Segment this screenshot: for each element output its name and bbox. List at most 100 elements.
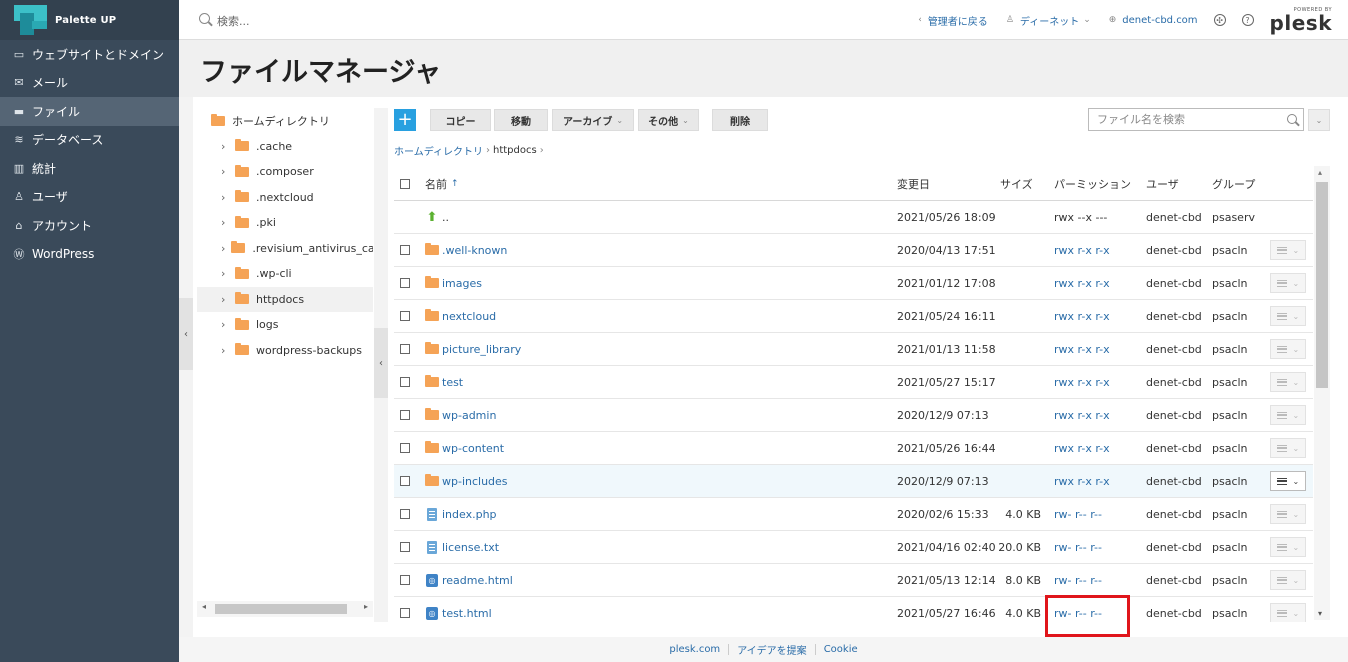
tree-item[interactable]: › httpdocs [197, 286, 373, 312]
row-checkbox[interactable] [400, 608, 410, 618]
row-actions-button[interactable]: ⌄ [1270, 471, 1306, 491]
row-actions-button[interactable]: ⌄ [1270, 537, 1306, 557]
add-button[interactable]: + [394, 109, 416, 131]
scrollbar-thumb[interactable] [215, 604, 347, 614]
row-actions-button[interactable]: ⌄ [1270, 240, 1306, 260]
header-size[interactable]: サイズ [1000, 167, 1033, 200]
tree-item[interactable]: › .composer [197, 159, 373, 185]
header-user[interactable]: ユーザ [1146, 167, 1179, 200]
chevron-right-icon[interactable]: › [221, 140, 229, 153]
file-name[interactable]: license.txt [442, 541, 499, 554]
scroll-down-icon[interactable]: ▾ [1318, 609, 1322, 618]
tree-item[interactable]: › wordpress-backups [197, 338, 373, 364]
row-actions-button[interactable]: ⌄ [1270, 504, 1306, 524]
scroll-up-icon[interactable]: ▴ [1318, 168, 1322, 177]
tree-root[interactable]: ホームディレクトリ [197, 108, 373, 134]
search-icon[interactable] [1287, 114, 1297, 124]
file-name[interactable]: test.html [442, 607, 492, 620]
permission-value[interactable]: rw- r-- r-- [1054, 541, 1102, 554]
chevron-right-icon[interactable]: › [221, 191, 229, 204]
table-row[interactable]: .well-known 2020/04/13 17:51 rwx r-x r-x de… [394, 234, 1313, 267]
file-name[interactable]: test [442, 376, 463, 389]
permission-value[interactable]: rwx r-x r-x [1054, 442, 1110, 455]
header-group[interactable]: グループ [1212, 167, 1255, 200]
row-actions-button[interactable]: ⌄ [1270, 339, 1306, 359]
row-checkbox[interactable] [400, 278, 410, 288]
tree-item[interactable]: › .revisium_antivirus_cache [197, 236, 373, 262]
footer-link-ideas[interactable]: アイデアを提案 [729, 642, 815, 657]
breadcrumb-home[interactable]: ホームディレクトリ [394, 143, 483, 158]
table-row[interactable]: wp-content 2021/05/26 16:44 rwx r-x r-x den… [394, 432, 1313, 465]
row-actions-button[interactable]: ⌄ [1270, 372, 1306, 392]
permission-value[interactable]: rwx r-x r-x [1054, 343, 1110, 356]
row-actions-button[interactable]: ⌄ [1270, 306, 1306, 326]
file-search-input[interactable] [1089, 109, 1279, 130]
table-row[interactable]: nextcloud 2021/05/24 16:11 rwx r-x r-x dene… [394, 300, 1313, 333]
tree-item[interactable]: › .cache [197, 134, 373, 160]
sidebar-item-5[interactable]: ♙ ユーザ [0, 183, 179, 212]
chevron-right-icon[interactable]: › [221, 318, 229, 331]
chevron-right-icon[interactable]: › [221, 165, 229, 178]
table-row[interactable]: ⬆.. 2021/05/26 18:09 rwx --x --- denet-cbd p… [394, 201, 1313, 234]
archive-button[interactable]: アーカイブ ⌄ [552, 109, 634, 131]
scroll-right-icon[interactable]: ▸ [364, 602, 368, 611]
row-checkbox[interactable] [400, 542, 410, 552]
row-actions-button[interactable]: ⌄ [1270, 273, 1306, 293]
scrollbar-thumb[interactable] [1316, 182, 1328, 388]
table-row[interactable]: picture_library 2021/01/13 11:58 rwx r-x r… [394, 333, 1313, 366]
row-checkbox[interactable] [400, 377, 410, 387]
domain-link[interactable]: ⊕ denet-cbd.com [1109, 15, 1198, 26]
permission-value[interactable]: rwx r-x r-x [1054, 409, 1110, 422]
file-name[interactable]: readme.html [442, 574, 513, 587]
delete-button[interactable]: 削除 [712, 109, 768, 131]
sidebar-item-3[interactable]: ≋ データベース [0, 126, 179, 155]
file-name[interactable]: .well-known [442, 244, 507, 257]
community-icon[interactable]: ✣ [1213, 14, 1226, 26]
chevron-right-icon[interactable]: › [221, 344, 229, 357]
file-name[interactable]: index.php [442, 508, 497, 521]
row-checkbox[interactable] [400, 476, 410, 486]
file-name[interactable]: wp-content [442, 442, 504, 455]
scroll-left-icon[interactable]: ◂ [202, 602, 206, 611]
row-actions-button[interactable]: ⌄ [1270, 438, 1306, 458]
back-to-admin-link[interactable]: ‹ 管理者に戻る [918, 13, 988, 28]
table-row[interactable]: test 2021/05/27 15:17 rwx r-x r-x denet-cbd… [394, 366, 1313, 399]
global-search-input[interactable]: 検索... [217, 13, 250, 29]
permission-value[interactable]: rwx r-x r-x [1054, 277, 1110, 290]
permission-value[interactable]: rwx r-x r-x [1054, 475, 1110, 488]
row-checkbox[interactable] [400, 245, 410, 255]
user-menu[interactable]: ♙ ディーネット ⌄ [1006, 13, 1091, 28]
footer-link-cookie[interactable]: Cookie [816, 644, 866, 655]
tree-item[interactable]: › .nextcloud [197, 185, 373, 211]
tree-item[interactable]: › .wp-cli [197, 261, 373, 287]
file-name[interactable]: picture_library [442, 343, 521, 356]
sidebar-item-0[interactable]: ▭ ウェブサイトとドメイン [0, 40, 179, 69]
table-vertical-scrollbar[interactable]: ▴ ▾ [1314, 166, 1330, 620]
file-name[interactable]: nextcloud [442, 310, 496, 323]
table-row[interactable]: license.txt 2021/04/16 02:40 20.0 KB rw- r-… [394, 531, 1313, 564]
row-checkbox[interactable] [400, 344, 410, 354]
tree-item[interactable]: › .pki [197, 210, 373, 236]
footer-link-plesk[interactable]: plesk.com [661, 644, 728, 655]
select-all-checkbox[interactable] [400, 178, 410, 189]
file-name[interactable]: wp-includes [442, 475, 508, 488]
sidebar-item-1[interactable]: ✉ メール [0, 69, 179, 98]
row-checkbox[interactable] [400, 443, 410, 453]
table-row[interactable]: ◎ test.html 2021/05/27 16:46 4.0 KB rw- r-- … [394, 597, 1313, 622]
file-name[interactable]: wp-admin [442, 409, 496, 422]
chevron-right-icon[interactable]: › [221, 242, 225, 255]
sidebar-item-7[interactable]: Ⓦ WordPress [0, 240, 179, 269]
copy-button[interactable]: コピー [430, 109, 491, 131]
row-actions-button[interactable]: ⌄ [1270, 570, 1306, 590]
collapse-sidebar-button[interactable]: ‹ [179, 298, 193, 370]
chevron-right-icon[interactable]: › [221, 267, 229, 280]
permission-value[interactable]: rwx r-x r-x [1054, 376, 1110, 389]
table-row[interactable]: index.php 2020/02/6 15:33 4.0 KB rw- r-- r-… [394, 498, 1313, 531]
sidebar-item-2[interactable]: ▬ ファイル [0, 97, 179, 126]
brand[interactable]: Palette UP [0, 0, 179, 40]
chevron-right-icon[interactable]: › [221, 216, 229, 229]
permission-value[interactable]: rwx r-x r-x [1054, 310, 1110, 323]
row-checkbox[interactable] [400, 311, 410, 321]
header-modified[interactable]: 変更日 [897, 167, 930, 200]
header-permission[interactable]: パーミッション [1054, 167, 1131, 200]
